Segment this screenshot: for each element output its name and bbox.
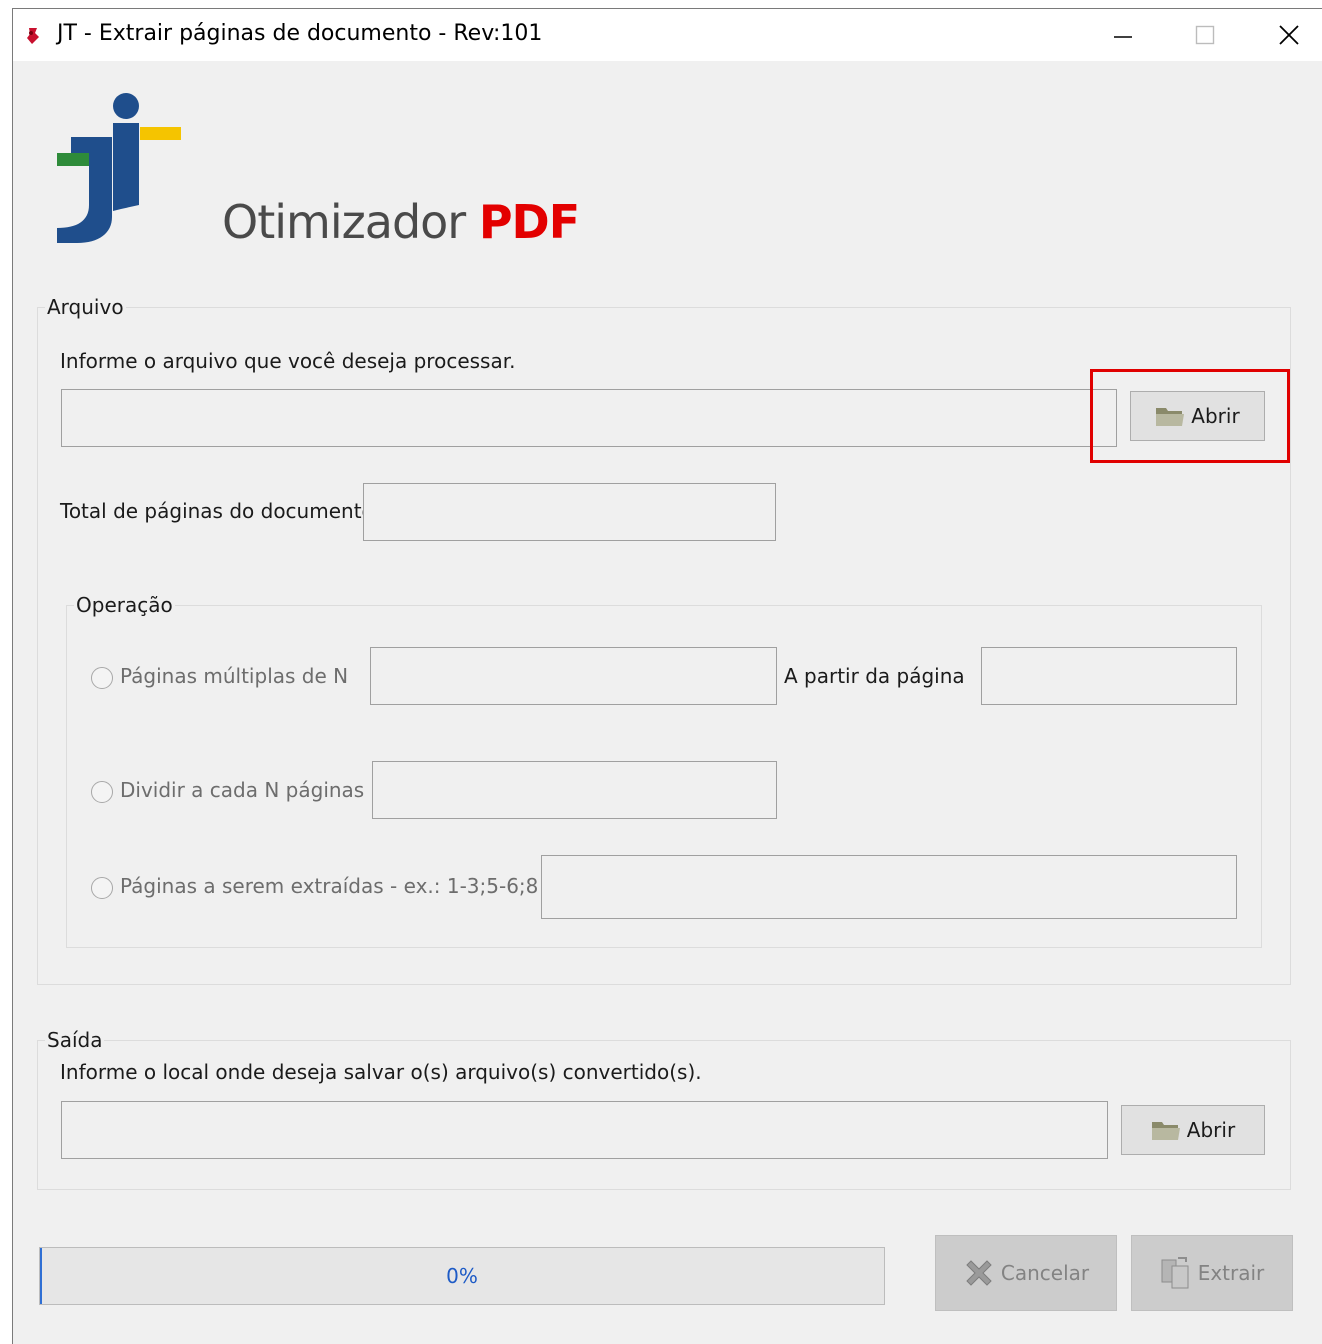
start-page-label: A partir da página — [784, 664, 965, 688]
maximize-button[interactable] — [1163, 9, 1247, 61]
radio-multiplas[interactable] — [91, 667, 113, 689]
start-page-field[interactable] — [981, 647, 1237, 705]
open-output-button[interactable]: Abrir — [1121, 1105, 1265, 1155]
option-multiplas-label: Páginas múltiplas de N — [120, 664, 349, 688]
brand-title: Otimizador PDF — [222, 195, 580, 249]
dividir-n-field[interactable] — [372, 761, 777, 819]
cancel-label: Cancelar — [1000, 1261, 1090, 1285]
saida-legend: Saída — [45, 1028, 105, 1052]
cancel-button[interactable]: Cancelar — [935, 1235, 1117, 1311]
radio-dividir[interactable] — [91, 781, 113, 803]
multiplas-n-input[interactable] — [371, 648, 776, 704]
dividir-n-input[interactable] — [373, 762, 776, 818]
start-page-input[interactable] — [982, 648, 1236, 704]
operacao-legend: Operação — [74, 593, 175, 617]
file-path-input[interactable] — [62, 390, 1116, 446]
brand-main: Otimizador — [222, 195, 466, 249]
saida-instruction: Informe o local onde deseja salvar o(s) … — [60, 1060, 702, 1084]
option-extraidas-label: Páginas a serem extraídas - ex.: 1-3;5-6… — [120, 874, 539, 898]
output-path-input[interactable] — [62, 1102, 1107, 1158]
progress-text: 0% — [446, 1264, 478, 1288]
radio-extraidas[interactable] — [91, 877, 113, 899]
arquivo-legend: Arquivo — [45, 295, 126, 319]
extraidas-input[interactable] — [542, 856, 1236, 918]
title-bar: JT - Extrair páginas de documento - Rev:… — [13, 9, 1322, 61]
maximize-icon — [1195, 25, 1215, 45]
total-pages-input[interactable] — [364, 484, 775, 540]
app-window: JT - Extrair páginas de documento - Rev:… — [12, 8, 1322, 1344]
app-icon — [27, 28, 39, 44]
file-path-field[interactable] — [61, 389, 1117, 447]
output-path-field[interactable] — [61, 1101, 1108, 1159]
brand-accent: PDF — [478, 195, 580, 249]
minimize-button[interactable] — [1081, 9, 1165, 61]
extraidas-field[interactable] — [541, 855, 1237, 919]
close-button[interactable] — [1247, 9, 1322, 61]
progress-bar: 0% — [39, 1247, 885, 1305]
total-pages-label: Total de páginas do documento: — [60, 499, 381, 523]
arquivo-instruction: Informe o arquivo que você deseja proces… — [60, 349, 516, 373]
jt-logo — [57, 93, 181, 243]
highlight-box — [1090, 369, 1290, 463]
extract-button[interactable]: Extrair — [1131, 1235, 1293, 1311]
cancel-x-icon — [963, 1257, 995, 1289]
close-icon — [1279, 25, 1299, 45]
extract-label: Extrair — [1197, 1261, 1265, 1285]
folder-icon — [1151, 1118, 1181, 1142]
minimize-icon — [1114, 36, 1132, 38]
option-dividir-label: Dividir a cada N páginas — [120, 778, 365, 802]
total-pages-field[interactable] — [363, 483, 776, 541]
open-output-label: Abrir — [1186, 1118, 1236, 1142]
extract-pages-icon — [1160, 1256, 1192, 1290]
window-title: JT - Extrair páginas de documento - Rev:… — [57, 21, 543, 46]
multiplas-n-field[interactable] — [370, 647, 777, 705]
